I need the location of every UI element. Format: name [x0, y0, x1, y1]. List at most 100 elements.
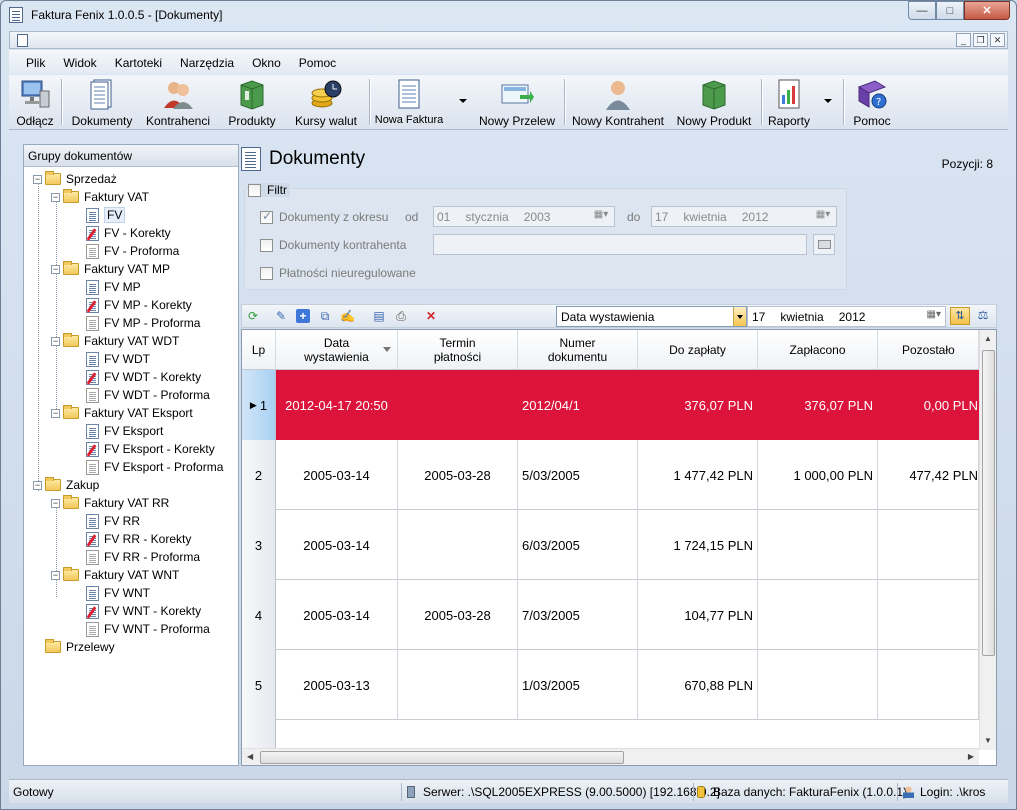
copy-icon[interactable]: ⧉ — [318, 309, 332, 323]
tree-node-fv[interactable]: FV — [24, 206, 238, 224]
tree-node-fv-wnt[interactable]: FV WNT — [24, 584, 238, 602]
scroll-right-icon[interactable]: ▶ — [968, 752, 974, 761]
horizontal-scrollbar[interactable]: ◀ ▶ — [242, 748, 979, 765]
tree-node-fv-eksport-korekty[interactable]: FV Eksport - Korekty — [24, 440, 238, 458]
period-filter[interactable]: Dokumenty z okresu — [260, 209, 388, 224]
contractor-checkbox[interactable] — [260, 238, 273, 252]
row-header[interactable]: 4 — [242, 580, 276, 650]
odlacz-button[interactable]: Odłącz — [11, 77, 59, 128]
produkty-button[interactable]: Produkty — [223, 77, 281, 128]
pomoc-button[interactable]: ? Pomoc — [849, 77, 895, 128]
collapse-icon[interactable]: − — [51, 192, 60, 202]
nowa-faktura-button[interactable]: Nowa Faktura — [373, 77, 445, 127]
add-icon[interactable]: + — [296, 309, 310, 323]
nowy-kontrahent-button[interactable]: Nowy Kontrahent — [569, 77, 667, 128]
horizontal-scroll-thumb[interactable] — [260, 751, 624, 764]
tree-node-fv-rr-korekty[interactable]: FV RR - Korekty — [24, 530, 238, 548]
row-header[interactable]: ▶ 1 — [242, 370, 276, 440]
tree-node-fv-proforma[interactable]: FV - Proforma — [24, 242, 238, 260]
tree-node-fv-korekty[interactable]: FV - Korekty — [24, 224, 238, 242]
column-header-zaplacono[interactable]: Zapłacono — [758, 330, 878, 370]
column-header-numer-dokumentu[interactable]: Numer dokumentu — [518, 330, 638, 370]
tree-node-fv-wdt-proforma[interactable]: FV WDT - Proforma — [24, 386, 238, 404]
unpaid-filter[interactable]: Płatności nieuregulowane — [260, 266, 416, 280]
column-header-lp[interactable]: Lp — [242, 330, 276, 370]
nowa-faktura-dropdown-icon[interactable] — [459, 99, 467, 103]
menu-narzedzia[interactable]: Narzędzia — [171, 54, 243, 70]
tree-node-zakup[interactable]: − Zakup — [24, 476, 238, 494]
tree-node-fv-wdt-korekty[interactable]: FV WDT - Korekty — [24, 368, 238, 386]
tree-node-fv-mp[interactable]: FV MP — [24, 278, 238, 296]
calendar-icon[interactable]: ▦▾ — [812, 209, 834, 224]
calendar-icon[interactable]: ▦▾ — [590, 209, 612, 224]
raporty-button[interactable]: Raporty — [765, 77, 813, 128]
table-row-partial[interactable] — [242, 720, 979, 750]
edit-icon[interactable]: ✎ — [274, 309, 288, 323]
column-header-data-wystawienia[interactable]: Data wystawienia — [276, 330, 398, 370]
contractor-field[interactable] — [433, 234, 807, 255]
mdi-minimize-button[interactable]: _ — [956, 33, 971, 47]
nowy-produkt-button[interactable]: Nowy Produkt — [673, 77, 755, 128]
tree-node-faktury-vat-wnt[interactable]: − Faktury VAT WNT — [24, 566, 238, 584]
menu-widok[interactable]: Widok — [54, 54, 105, 70]
document-window-icon[interactable] — [17, 34, 28, 47]
browse-folder-button[interactable] — [813, 234, 835, 255]
column-header-do-zaplaty[interactable]: Do zapłaty — [638, 330, 758, 370]
menu-plik[interactable]: Plik — [17, 54, 54, 70]
unpaid-checkbox[interactable] — [260, 266, 273, 280]
search-binoculars-icon[interactable]: ⚖ — [976, 308, 990, 322]
calendar-icon[interactable]: ▦▾ — [927, 309, 941, 320]
tree-node-sprzedaz[interactable]: − Sprzedaż — [24, 170, 238, 188]
tree-node-fv-eksport[interactable]: FV Eksport — [24, 422, 238, 440]
grid-date-picker[interactable]: 17 kwietnia 2012 ▦▾ — [747, 306, 946, 327]
nowy-przelew-button[interactable]: Nowy Przelew — [475, 77, 559, 128]
tree-node-faktury-vat-rr[interactable]: − Faktury VAT RR — [24, 494, 238, 512]
sort-direction-icon[interactable]: ⇅ — [950, 307, 970, 325]
scroll-down-icon[interactable]: ▼ — [984, 736, 992, 745]
collapse-icon[interactable]: − — [51, 336, 60, 346]
row-header[interactable] — [242, 720, 276, 750]
maximize-button[interactable]: □ — [936, 1, 964, 20]
row-header[interactable]: 2 — [242, 440, 276, 510]
tree-node-faktury-vat-wdt[interactable]: − Faktury VAT WDT — [24, 332, 238, 350]
minimize-button[interactable]: — — [908, 1, 936, 20]
delete-icon[interactable]: ✕ — [424, 309, 438, 323]
vertical-scrollbar[interactable]: ▲ ▼ — [979, 330, 996, 750]
scroll-up-icon[interactable]: ▲ — [984, 334, 992, 343]
edit-document-icon[interactable]: ✍ — [340, 309, 355, 323]
filter-checkbox[interactable] — [248, 183, 261, 197]
table-row[interactable]: 5 2005-03-13 1/03/2005 670,88 PLN — [242, 650, 979, 720]
tree-node-fv-rr-proforma[interactable]: FV RR - Proforma — [24, 548, 238, 566]
sort-field-select[interactable]: Data wystawienia — [556, 306, 747, 327]
dokumenty-button[interactable]: Dokumenty — [67, 77, 137, 128]
tree-node-fv-mp-korekty[interactable]: FV MP - Korekty — [24, 296, 238, 314]
tree-node-fv-rr[interactable]: FV RR — [24, 512, 238, 530]
tree-node-fv-wnt-proforma[interactable]: FV WNT - Proforma — [24, 620, 238, 638]
mdi-restore-button[interactable]: ❐ — [973, 33, 988, 47]
collapse-icon[interactable]: − — [51, 264, 60, 274]
row-header[interactable]: 3 — [242, 510, 276, 580]
menu-pomoc[interactable]: Pomoc — [290, 54, 345, 70]
collapse-icon[interactable]: − — [51, 498, 60, 508]
tree-node-fv-wnt-korekty[interactable]: FV WNT - Korekty — [24, 602, 238, 620]
collapse-icon[interactable]: − — [33, 480, 42, 490]
menu-okno[interactable]: Okno — [243, 54, 290, 70]
scroll-left-icon[interactable]: ◀ — [247, 752, 253, 761]
tree-node-faktury-vat-eksport[interactable]: − Faktury VAT Eksport — [24, 404, 238, 422]
contractor-filter[interactable]: Dokumenty kontrahenta — [260, 238, 406, 252]
menu-kartoteki[interactable]: Kartoteki — [106, 54, 171, 70]
refresh-icon[interactable]: ⟳ — [246, 309, 260, 323]
table-row[interactable]: 3 2005-03-14 6/03/2005 1 724,15 PLN — [242, 510, 979, 580]
tree-node-fv-mp-proforma[interactable]: FV MP - Proforma — [24, 314, 238, 332]
table-row[interactable]: 4 2005-03-14 2005-03-28 7/03/2005 104,77… — [242, 580, 979, 650]
raporty-dropdown-icon[interactable] — [824, 99, 832, 103]
tree-node-faktury-vat[interactable]: − Faktury VAT — [24, 188, 238, 206]
period-checkbox[interactable] — [260, 209, 273, 224]
print-icon[interactable]: ⎙ — [394, 309, 408, 323]
collapse-icon[interactable]: − — [51, 408, 60, 418]
date-to-picker[interactable]: 17 kwietnia 2012 ▦▾ — [651, 206, 837, 227]
chevron-down-icon[interactable] — [733, 307, 746, 326]
filter-toggle[interactable]: Filtr — [248, 183, 290, 197]
table-row[interactable]: ▶ 1 2012-04-17 20:50 2012/04/1 376,07 PLN… — [242, 370, 979, 440]
tree-node-faktury-vat-mp[interactable]: − Faktury VAT MP — [24, 260, 238, 278]
